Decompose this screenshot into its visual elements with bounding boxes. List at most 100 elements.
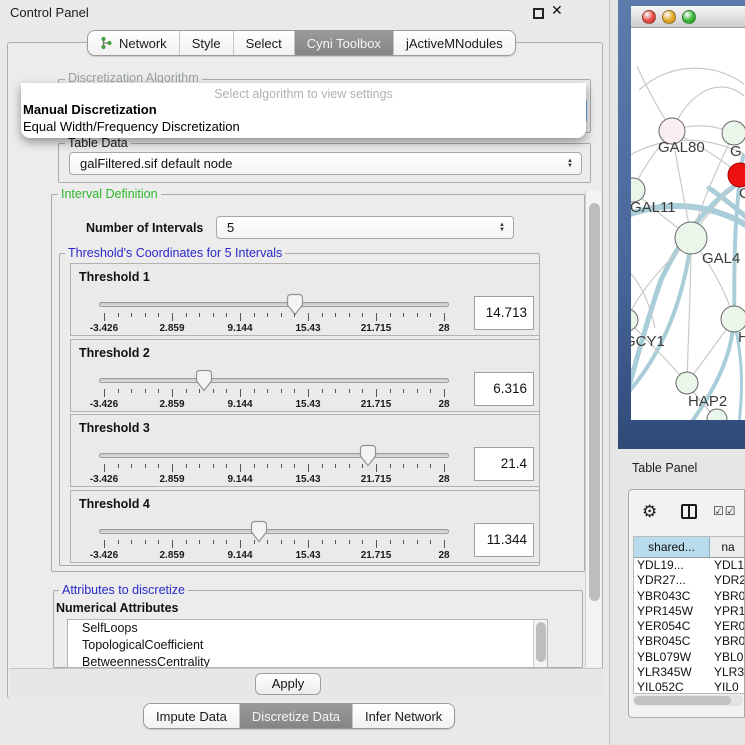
slider-track[interactable] — [99, 378, 449, 383]
table-data-combobox[interactable]: galFiltered.sif default node ▲▼ — [69, 152, 582, 175]
slider-track[interactable] — [99, 453, 449, 458]
attribute-item[interactable]: BetweennessCentrality — [68, 654, 547, 668]
slider-ticks — [71, 464, 541, 474]
table-row[interactable]: YER054CYER0 — [634, 619, 745, 634]
bottom-tab-bar: Impute Data Discretize Data Infer Network — [143, 703, 455, 729]
attribute-item[interactable]: SelfLoops — [68, 620, 547, 637]
tab-label: Style — [192, 36, 221, 51]
float-panel-icon[interactable] — [533, 8, 544, 19]
threshold-row-1: Threshold 1 -3.4262.8599.14415.4321.71528… — [70, 263, 540, 336]
panel-scrollbar[interactable] — [585, 191, 602, 667]
tab-label: Impute Data — [156, 709, 227, 724]
table-data-value: galFiltered.sif default node — [80, 156, 232, 171]
slider-ticks — [71, 313, 541, 323]
mac-close-icon[interactable] — [642, 10, 656, 24]
table-row[interactable]: YLR345WYLR3 — [634, 665, 745, 680]
threshold-value-field[interactable]: 21.4 — [474, 447, 534, 481]
tab-label: Infer Network — [365, 709, 442, 724]
popup-option-manual[interactable]: Manual Discretization — [21, 101, 586, 118]
table-panel: ⚙ ☑☑ shared... na YDL19...YDL1YDR27...YD… — [628, 489, 745, 718]
mac-minimize-icon[interactable] — [662, 10, 676, 24]
column-header-shared[interactable]: shared... — [634, 537, 710, 557]
threshold-value-field[interactable]: 6.316 — [474, 372, 534, 406]
apply-button[interactable]: Apply — [255, 673, 321, 695]
tab-network[interactable]: Network — [88, 31, 179, 55]
cell-shared-name: YER054C — [634, 619, 710, 634]
table-row[interactable]: YIL052CYIL0 — [634, 680, 745, 694]
network-icon — [100, 36, 113, 50]
table-row[interactable]: YBL079WYBL0 — [634, 650, 745, 665]
slider-track[interactable] — [99, 302, 449, 307]
cell-name: YBL0 — [710, 650, 745, 665]
slider-ticks — [71, 540, 541, 550]
tab-style[interactable]: Style — [179, 31, 233, 55]
close-panel-icon[interactable]: ✕ — [551, 2, 563, 19]
slider-tick-labels: -3.4262.8599.14415.4321.71528 — [71, 323, 541, 335]
tab-infer-network[interactable]: Infer Network — [352, 704, 454, 728]
slider-track[interactable] — [99, 529, 449, 534]
stepper-arrows-icon: ▲▼ — [567, 159, 573, 169]
slider-tick-labels: -3.4262.8599.14415.4321.71528 — [71, 399, 541, 411]
slider-ticks — [71, 389, 541, 399]
node-label: H — [738, 329, 745, 346]
node-label: GCY1 — [631, 333, 665, 350]
cell-shared-name: YPR145W — [634, 604, 710, 619]
table-horizontal-scrollbar[interactable] — [633, 695, 743, 706]
attribute-item[interactable]: TopologicalCoefficient — [68, 637, 547, 654]
network-node-hap2[interactable] — [676, 372, 698, 394]
mac-zoom-icon[interactable] — [682, 10, 696, 24]
cell-shared-name: YDL19... — [634, 558, 710, 573]
node-table[interactable]: shared... na YDL19...YDL1YDR27...YDR2YBR… — [633, 536, 745, 694]
node-label: GAL4 — [702, 250, 740, 267]
tab-label: Cyni Toolbox — [307, 36, 381, 51]
threshold-value-field[interactable]: 14.713 — [474, 296, 534, 330]
network-node[interactable] — [707, 409, 727, 420]
threshold-value-field[interactable]: 11.344 — [474, 523, 534, 557]
slider-tick-labels: -3.4262.8599.14415.4321.71528 — [71, 474, 541, 486]
tab-label: Discretize Data — [252, 709, 340, 724]
cell-shared-name: YLR345W — [634, 665, 710, 680]
network-node-gcy1[interactable] — [631, 309, 638, 331]
table-row[interactable]: YDR27...YDR2 — [634, 573, 745, 588]
cell-name: YER0 — [710, 619, 745, 634]
popup-option-equal-width[interactable]: Equal Width/Frequency Discretization — [21, 118, 586, 135]
table-data-label: Table Data — [65, 136, 131, 150]
column-header-name[interactable]: na — [710, 537, 745, 557]
table-panel-toolbar: ⚙ ☑☑ — [629, 490, 745, 534]
network-view-window: GAL80GCGAL11GAL4GCY1HHAP2 — [618, 0, 745, 449]
interval-definition-label: Interval Definition — [58, 187, 161, 201]
network-canvas[interactable]: GAL80GCGAL11GAL4GCY1HHAP2 — [631, 28, 745, 420]
cell-name: YBR0 — [710, 589, 745, 604]
table-row[interactable]: YPR145WYPR1 — [634, 604, 745, 619]
tab-select[interactable]: Select — [233, 31, 294, 55]
attributes-scrollbar[interactable] — [533, 620, 547, 667]
tab-discretize-data[interactable]: Discretize Data — [239, 704, 352, 728]
slider-tick-labels: -3.4262.8599.14415.4321.71528 — [71, 550, 541, 562]
table-row[interactable]: YDL19...YDL1 — [634, 558, 745, 573]
tab-impute-data[interactable]: Impute Data — [144, 704, 239, 728]
top-tab-bar: Network Style Select Cyni Toolbox jActiveMNo… — [87, 30, 516, 56]
tab-jactivemnodules[interactable]: jActiveMNodules — [393, 31, 515, 55]
cell-name: YIL0 — [710, 680, 745, 694]
table-row[interactable]: YBR043CYBR0 — [634, 589, 745, 604]
tab-label: Network — [119, 36, 167, 51]
cell-shared-name: YBR043C — [634, 589, 710, 604]
threshold-label: Threshold 1 — [79, 270, 150, 284]
node-label: HAP2 — [688, 393, 727, 410]
network-window-titlebar[interactable] — [631, 6, 745, 28]
cell-name: YBR0 — [710, 634, 745, 649]
split-columns-icon[interactable] — [681, 504, 697, 519]
panel-title: Control Panel — [10, 5, 89, 20]
cell-shared-name: YBL079W — [634, 650, 710, 665]
network-node-g[interactable] — [722, 121, 745, 145]
tab-cyni-toolbox[interactable]: Cyni Toolbox — [294, 31, 393, 55]
threshold-row-2: Threshold 2-3.4262.8599.14415.4321.71528… — [70, 339, 540, 412]
threshold-label: Threshold 4 — [79, 497, 150, 511]
checkbox-icons[interactable]: ☑☑ — [713, 504, 737, 518]
gear-icon[interactable]: ⚙ — [642, 502, 657, 522]
cell-shared-name: YIL052C — [634, 680, 710, 694]
number-of-intervals-combobox[interactable]: 5 ▲▼ — [216, 216, 514, 239]
stepper-arrows-icon: ▲▼ — [499, 223, 505, 233]
numerical-attributes-list[interactable]: SelfLoopsTopologicalCoefficientBetweenne… — [67, 619, 548, 668]
table-row[interactable]: YBR045CYBR0 — [634, 634, 745, 649]
